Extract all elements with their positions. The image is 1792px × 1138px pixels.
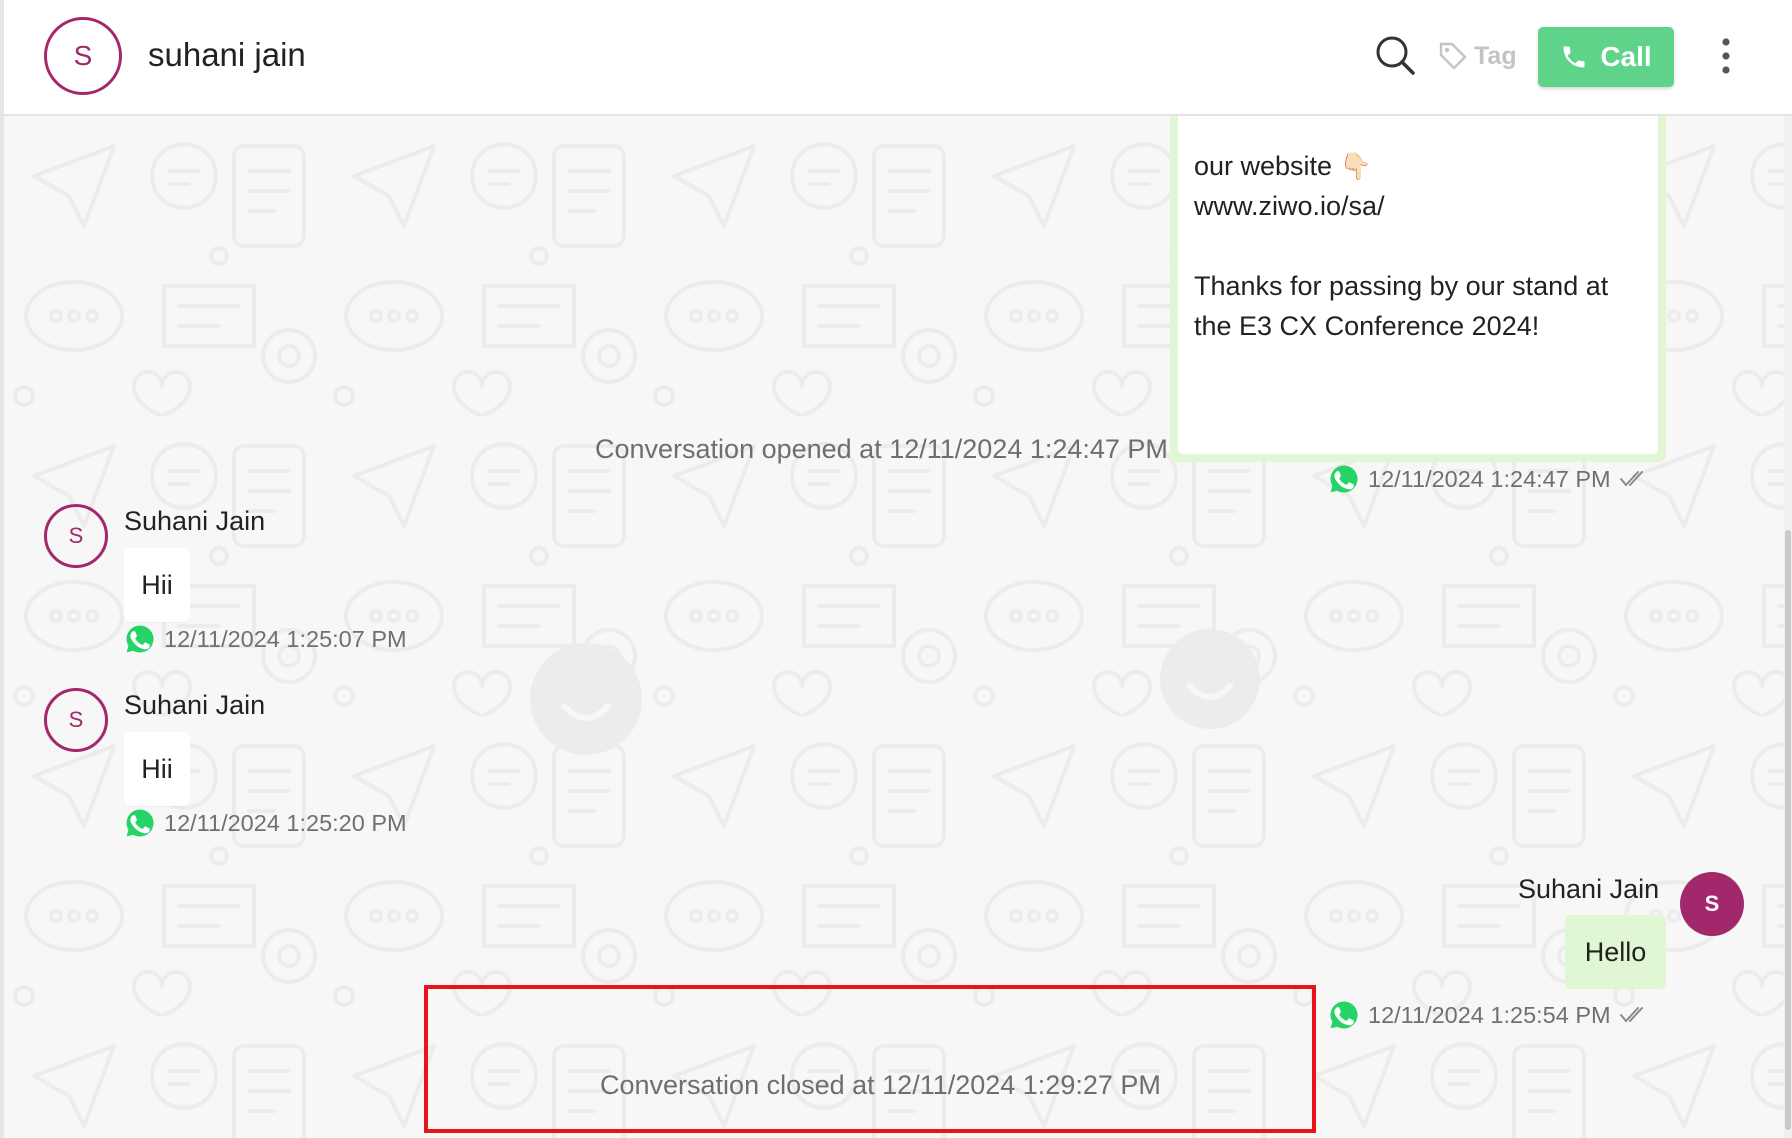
sender-name: Suhani Jain	[1518, 874, 1660, 904]
sender-avatar: S	[44, 504, 108, 568]
message-card: our website 👇🏻 www.ziwo.io/sa/ Thanks fo…	[1178, 116, 1658, 454]
scrollbar-thumb[interactable]	[1785, 530, 1791, 1130]
whatsapp-icon	[1330, 1001, 1358, 1029]
contact-name: suhani jain	[148, 36, 306, 73]
message-meta: 12/11/2024 1:25:54 PM	[1328, 999, 1649, 1031]
sender-name: Suhani Jain	[124, 506, 266, 536]
more-options-button[interactable]	[1716, 36, 1736, 76]
message-timestamp: 12/11/2024 1:24:47 PM	[1368, 465, 1611, 492]
outgoing-message-bubble[interactable]: Hello	[1565, 915, 1666, 989]
message-meta: 12/11/2024 1:24:47 PM	[1328, 463, 1649, 495]
chat-header: S suhani jain Tag Call	[4, 0, 1792, 116]
search-icon	[1376, 36, 1415, 75]
call-button[interactable]: Call	[1538, 27, 1674, 87]
message-timestamp: 12/11/2024 1:25:54 PM	[1368, 1001, 1611, 1028]
phone-icon	[1563, 46, 1585, 68]
contact-avatar[interactable]: S	[44, 17, 122, 95]
message-line: the E3 CX Conference 2024!	[1194, 311, 1540, 341]
message-line: our website	[1194, 151, 1333, 181]
message-meta: 12/11/2024 1:25:20 PM	[124, 807, 407, 839]
double-check-icon	[1619, 471, 1643, 487]
whatsapp-icon	[1330, 465, 1358, 493]
outgoing-message-bubble[interactable]: our website 👇🏻 www.ziwo.io/sa/ Thanks fo…	[1170, 116, 1666, 462]
search-button[interactable]	[1374, 34, 1416, 76]
message-timestamp: 12/11/2024 1:25:07 PM	[164, 625, 407, 652]
kebab-menu-icon	[1722, 38, 1730, 74]
chat-area[interactable]: our website 👇🏻 www.ziwo.io/sa/ Thanks fo…	[4, 116, 1784, 1138]
tag-icon	[1439, 42, 1467, 70]
message-meta: 12/11/2024 1:25:07 PM	[124, 623, 407, 655]
whatsapp-icon	[126, 809, 154, 837]
message-line: Thanks for passing by our stand at	[1194, 271, 1609, 301]
agent-avatar: S	[1680, 872, 1744, 936]
incoming-message-bubble[interactable]: Hii	[124, 548, 190, 622]
pointing-hand-emoji: 👇🏻	[1339, 151, 1372, 181]
message-timestamp: 12/11/2024 1:25:20 PM	[164, 809, 407, 836]
call-label: Call	[1600, 41, 1652, 72]
sender-name: Suhani Jain	[124, 690, 266, 720]
tag-button[interactable]: Tag	[1438, 38, 1517, 74]
website-link[interactable]: www.ziwo.io/sa/	[1194, 186, 1642, 226]
double-check-icon	[1619, 1007, 1643, 1023]
sender-avatar: S	[44, 688, 108, 752]
conversation-closed-notice: Conversation closed at 12/11/2024 1:29:2…	[600, 1070, 1161, 1100]
highlight-annotation-box	[424, 985, 1316, 1133]
conversation-opened-notice: Conversation opened at 12/11/2024 1:24:4…	[595, 434, 1168, 464]
incoming-message-bubble[interactable]: Hii	[124, 732, 190, 806]
whatsapp-icon	[126, 625, 154, 653]
tag-label: Tag	[1474, 41, 1517, 70]
